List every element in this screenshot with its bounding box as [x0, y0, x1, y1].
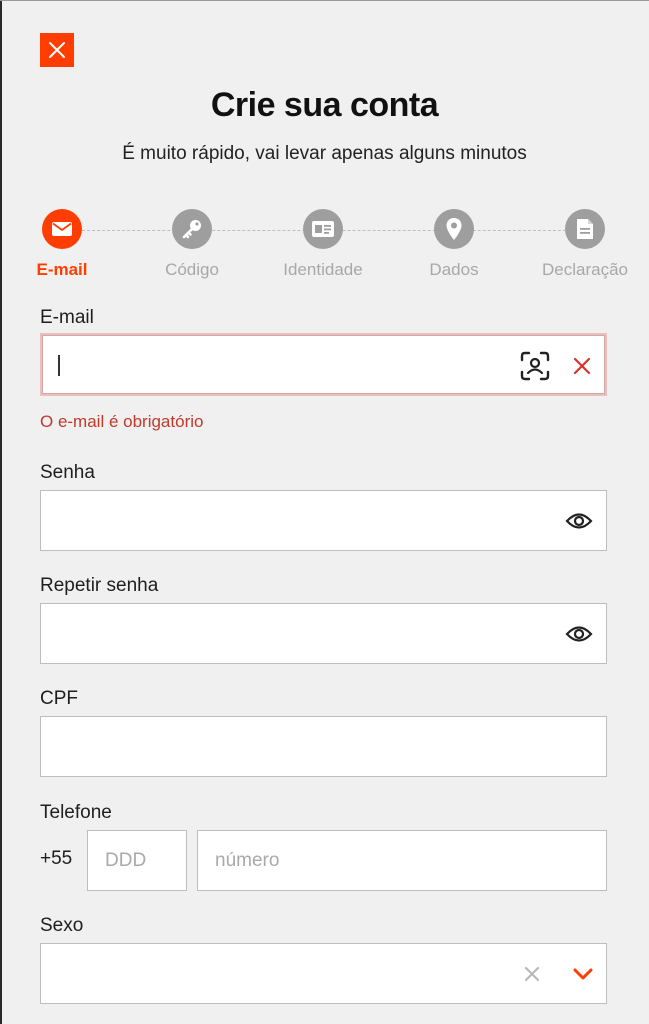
numero-input[interactable]	[198, 831, 606, 890]
face-scan-icon	[520, 351, 550, 381]
signup-page: Crie sua conta É muito rápido, vai levar…	[0, 0, 649, 1024]
text-caret	[58, 355, 60, 376]
close-icon	[49, 42, 65, 58]
step-declaracao[interactable]: Declaração	[520, 209, 649, 280]
email-field[interactable]	[40, 333, 607, 396]
sexo-dropdown-toggle[interactable]	[565, 958, 601, 990]
eye-icon	[565, 626, 593, 642]
senha-label: Senha	[40, 462, 95, 483]
senha-field[interactable]	[40, 490, 607, 551]
step-email-circle	[42, 209, 82, 249]
sexo-select[interactable]	[40, 943, 607, 1004]
step-dados[interactable]: Dados	[389, 209, 519, 280]
step-codigo[interactable]: Código	[127, 209, 257, 280]
phone-country-code: +55	[40, 848, 73, 869]
ddd-field[interactable]	[87, 830, 187, 891]
eye-icon	[565, 513, 593, 529]
repetir-senha-label: Repetir senha	[40, 575, 159, 596]
page-subtitle: É muito rápido, vai levar apenas alguns …	[122, 143, 527, 164]
step-email[interactable]: E-mail	[0, 209, 127, 280]
clear-icon	[524, 966, 540, 982]
ddd-input[interactable]	[88, 831, 186, 890]
window-edge-top	[0, 0, 649, 1]
document-icon	[577, 219, 593, 239]
step-dados-circle	[434, 209, 474, 249]
step-email-label: E-mail	[36, 260, 88, 279]
page-title: Crie sua conta	[210, 86, 439, 124]
step-codigo-circle	[172, 209, 212, 249]
telefone-label: Telefone	[40, 802, 112, 823]
numero-field[interactable]	[197, 830, 607, 891]
repetir-senha-toggle-visibility[interactable]	[561, 618, 597, 650]
key-icon	[182, 220, 201, 239]
step-identidade-label: Identidade	[283, 260, 363, 279]
cpf-field[interactable]	[40, 716, 607, 777]
step-codigo-label: Código	[165, 260, 219, 279]
chevron-down-icon	[573, 968, 593, 980]
close-button[interactable]	[40, 33, 74, 67]
step-declaracao-label: Declaração	[542, 260, 628, 279]
email-label: E-mail	[40, 307, 94, 328]
step-identidade[interactable]: Identidade	[258, 209, 388, 280]
senha-toggle-visibility[interactable]	[561, 505, 597, 537]
id-card-icon	[312, 221, 334, 237]
email-scan-button[interactable]	[518, 349, 552, 383]
clear-icon	[573, 357, 591, 375]
email-error-message: O e-mail é obrigatório	[40, 412, 204, 431]
sexo-clear-button[interactable]	[517, 958, 547, 990]
email-clear-button[interactable]	[566, 350, 598, 382]
step-declaracao-circle	[565, 209, 605, 249]
map-pin-icon	[446, 218, 462, 240]
step-identidade-circle	[303, 209, 343, 249]
cpf-label: CPF	[40, 688, 78, 709]
step-dados-label: Dados	[429, 260, 479, 279]
repetir-senha-field[interactable]	[40, 603, 607, 664]
sexo-label: Sexo	[40, 915, 84, 936]
envelope-icon	[52, 222, 72, 236]
